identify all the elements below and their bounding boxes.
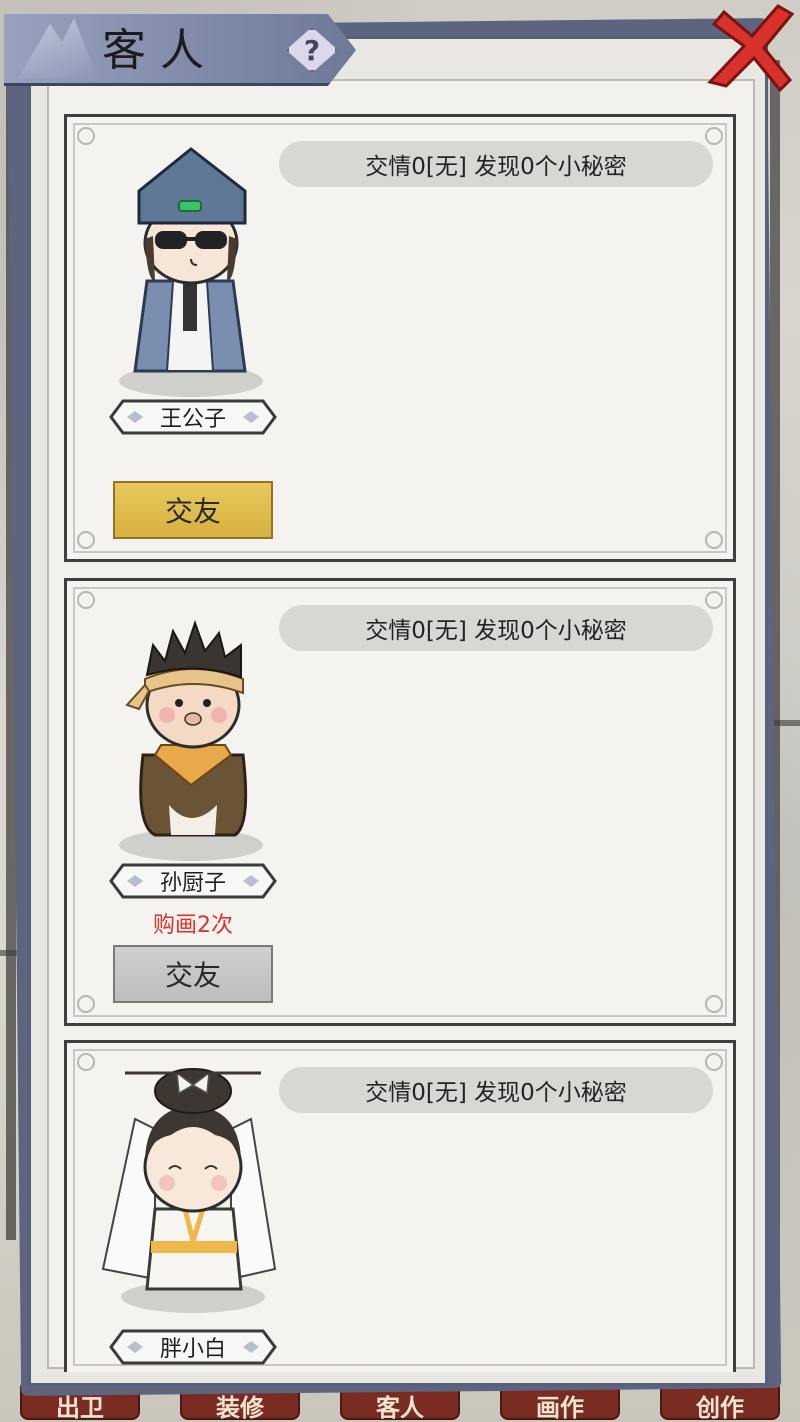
corner-ornament bbox=[705, 127, 723, 145]
corner-ornament bbox=[705, 531, 723, 549]
guest-portrait bbox=[101, 1068, 277, 1313]
befriend-button[interactable]: 交友 bbox=[113, 945, 273, 1003]
corner-ornament bbox=[705, 1053, 723, 1071]
guest-card: 交情0[无] 发现0个小秘密 孙厨子 购画2次 交友 bbox=[64, 578, 736, 1026]
guest-portrait bbox=[119, 619, 263, 861]
question-mark-icon: ? bbox=[303, 33, 321, 67]
guest-name-plate: 王公子 bbox=[109, 397, 277, 437]
corner-ornament bbox=[77, 531, 95, 549]
guest-name: 王公子 bbox=[159, 407, 226, 432]
corner-ornament bbox=[705, 995, 723, 1013]
guest-name-plate: 孙厨子 bbox=[109, 861, 277, 901]
corner-ornament bbox=[77, 591, 95, 609]
mountain-icon bbox=[18, 18, 98, 78]
corner-ornament bbox=[77, 1053, 95, 1071]
corner-ornament bbox=[77, 995, 95, 1013]
close-x-icon bbox=[707, 4, 795, 93]
guest-card: 交情0[无] 发现0个小秘密 胖小白 bbox=[64, 1040, 736, 1372]
corner-ornament bbox=[705, 591, 723, 609]
guest-name: 胖小白 bbox=[159, 1337, 226, 1362]
guest-name-plate: 胖小白 bbox=[109, 1327, 277, 1367]
page-title: 客人 bbox=[102, 25, 218, 76]
befriend-button[interactable]: 交友 bbox=[113, 481, 273, 539]
relationship-info: 交情0[无] 发现0个小秘密 bbox=[279, 141, 713, 187]
close-button[interactable] bbox=[704, 2, 796, 94]
relationship-info: 交情0[无] 发现0个小秘密 bbox=[279, 605, 713, 651]
guest-portrait bbox=[119, 147, 263, 397]
guest-card: 交情0[无] 发现0个小秘密 王公子 交友 bbox=[64, 114, 736, 562]
purchase-count-note: 购画2次 bbox=[153, 913, 233, 938]
corner-ornament bbox=[77, 127, 95, 145]
guest-name: 孙厨子 bbox=[159, 871, 226, 896]
relationship-info: 交情0[无] 发现0个小秘密 bbox=[279, 1067, 713, 1113]
